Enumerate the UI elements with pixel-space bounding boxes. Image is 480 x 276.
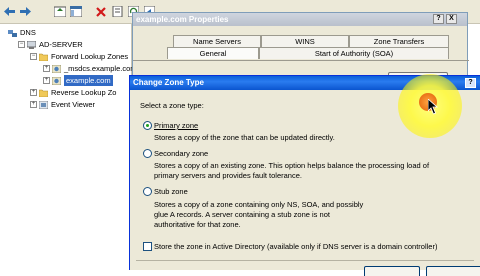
expand-icon[interactable]: + xyxy=(30,101,37,108)
primary-zone-label[interactable]: Primary zone xyxy=(154,121,198,130)
expand-icon[interactable]: + xyxy=(43,77,50,84)
help-button[interactable]: ? xyxy=(433,14,444,24)
properties-title: example.com Properties xyxy=(133,13,467,26)
tree-item-example[interactable]: + example.com xyxy=(43,75,113,86)
tree-item-msdcs[interactable]: + _msdcs.example.com xyxy=(43,63,137,74)
folder-icon xyxy=(39,89,48,97)
secondary-zone-desc-2: primary servers and provides fault toler… xyxy=(154,171,302,180)
zone-type-prompt: Select a zone type: xyxy=(140,101,204,110)
tree-label: DNS xyxy=(20,28,36,37)
dialog-divider xyxy=(136,260,474,261)
delete-icon[interactable] xyxy=(93,4,108,19)
tree-label: Forward Lookup Zones xyxy=(51,52,129,61)
tree-label: example.com xyxy=(64,75,113,86)
close-button[interactable]: X xyxy=(446,14,457,24)
collapse-icon[interactable]: − xyxy=(18,41,25,48)
collapse-icon[interactable]: − xyxy=(30,53,37,60)
tab-wins[interactable]: WINS xyxy=(261,35,349,47)
primary-zone-text: Primary zone xyxy=(154,121,199,130)
tab-name-servers[interactable]: Name Servers xyxy=(173,35,261,47)
tab-soa[interactable]: Start of Authority (SOA) xyxy=(259,47,449,59)
tree-label: _msdcs.example.com xyxy=(64,64,137,73)
show-tree-icon[interactable] xyxy=(68,4,83,19)
tree-label: Reverse Lookup Zo xyxy=(51,88,117,97)
mouse-pointer-icon xyxy=(428,99,439,115)
back-icon[interactable] xyxy=(2,4,17,19)
primary-zone-desc: Stores a copy of the zone that can be up… xyxy=(154,133,335,142)
tree-item-reverse-zones[interactable]: + Reverse Lookup Zo xyxy=(30,87,116,98)
properties-icon[interactable] xyxy=(110,4,125,19)
console-tree: DNS − AD-SERVER − Forward Lookup Zones +… xyxy=(0,24,137,270)
primary-zone-radio[interactable] xyxy=(143,121,152,130)
tree-item-forward-zones[interactable]: − Forward Lookup Zones xyxy=(30,51,128,62)
stub-zone-desc-2: glue A records. A server containing a st… xyxy=(154,210,330,219)
stub-zone-text: Stub zone xyxy=(154,187,188,196)
stub-zone-radio[interactable] xyxy=(143,187,152,196)
secondary-zone-label[interactable]: Secondary zone xyxy=(154,149,208,158)
secondary-zone-radio[interactable] xyxy=(143,149,152,158)
tree-label: Event Viewer xyxy=(51,100,96,109)
stub-zone-label[interactable]: Stub zone xyxy=(154,187,188,196)
event-viewer-icon xyxy=(39,100,48,109)
secondary-zone-desc-1: Stores a copy of an existing zone. This … xyxy=(154,161,430,170)
ok-button[interactable] xyxy=(364,266,420,276)
server-icon xyxy=(27,40,36,49)
zone-icon xyxy=(52,64,61,73)
dns-icon xyxy=(8,29,17,37)
tree-item-dns[interactable]: DNS xyxy=(8,27,36,38)
zone-icon xyxy=(52,76,61,85)
store-in-ad-checkbox[interactable] xyxy=(143,242,152,251)
expand-icon[interactable]: + xyxy=(30,89,37,96)
tab-general[interactable]: General xyxy=(167,47,259,59)
tree-item-server[interactable]: − AD-SERVER xyxy=(18,39,83,50)
up-icon[interactable] xyxy=(52,4,67,19)
secondary-zone-text: Secondary zone xyxy=(154,149,209,158)
cancel-button[interactable] xyxy=(426,266,480,276)
forward-icon[interactable] xyxy=(18,4,33,19)
tree-label: AD-SERVER xyxy=(39,40,83,49)
stub-zone-desc-1: Stores a copy of a zone containing only … xyxy=(154,200,364,209)
dialog-help-button[interactable]: ? xyxy=(465,78,476,88)
tab-zone-transfers[interactable]: Zone Transfers xyxy=(349,35,449,47)
expand-icon[interactable]: + xyxy=(43,65,50,72)
folder-icon xyxy=(39,53,48,61)
tab-divider xyxy=(133,60,469,61)
store-in-ad-label[interactable]: Store the zone in Active Directory (avai… xyxy=(154,242,437,251)
tree-item-event-viewer[interactable]: + Event Viewer xyxy=(30,99,95,110)
stub-zone-desc-3: authoritative for that zone. xyxy=(154,220,241,229)
